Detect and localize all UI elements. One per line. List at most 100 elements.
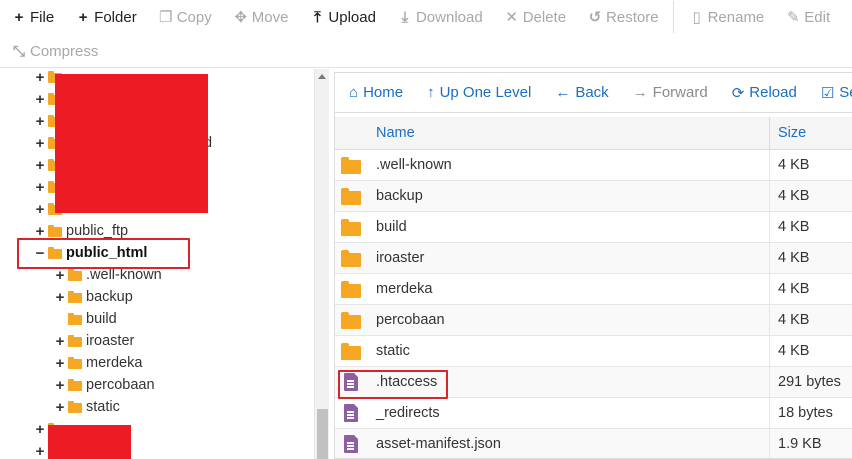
folder-icon — [340, 187, 362, 205]
file-name: merdeka — [376, 281, 433, 297]
tree-item[interactable]: + merdeka — [54, 352, 143, 374]
folder-shape — [341, 281, 361, 298]
folder-button[interactable]: + Folder — [64, 0, 147, 34]
folder-icon — [68, 290, 82, 303]
column-divider — [769, 336, 770, 367]
expand-icon[interactable]: + — [34, 91, 46, 108]
tree-item-label: iroaster — [86, 333, 135, 349]
expand-icon[interactable]: + — [34, 223, 46, 240]
copy-button[interactable]: ❐ Copy — [147, 0, 222, 34]
forward-label: Forward — [652, 84, 708, 101]
expand-icon[interactable]: + — [34, 443, 46, 459]
pencil-icon: ✎ — [786, 9, 800, 26]
rename-button[interactable]: ▯ Rename — [678, 0, 775, 34]
file-shape — [344, 404, 358, 422]
file-size: 4 KB — [778, 343, 810, 359]
reload-button[interactable]: ⟳ Reload — [718, 73, 807, 113]
expand-icon[interactable]: + — [34, 113, 46, 130]
tree-item[interactable]: + iroaster — [54, 330, 135, 352]
tree-scrollbar[interactable] — [314, 69, 329, 459]
folder-icon — [340, 218, 362, 236]
rename-label: Rename — [707, 8, 765, 26]
expand-icon[interactable]: + — [54, 333, 66, 350]
move-icon: ✥ — [234, 9, 248, 26]
download-icon: ⤓ — [401, 8, 409, 26]
table-row[interactable]: merdeka 4 KB — [335, 274, 852, 305]
file-name: build — [376, 219, 407, 235]
file-name: backup — [376, 188, 423, 204]
table-row[interactable]: backup 4 KB — [335, 181, 852, 212]
tree-item-label: merdeka — [86, 355, 143, 371]
expand-icon[interactable]: + — [34, 421, 46, 438]
tree-item[interactable]: + percobaan — [54, 374, 155, 396]
select-all-label: Sel — [839, 84, 852, 101]
restore-button[interactable]: ↺ Restore — [576, 0, 669, 34]
toolbar-row-1: + File + Folder ❐ Copy ✥ Move ⤒ Upload ⤓ Download ✕ D… — [0, 0, 840, 34]
forward-button[interactable]: → Forward — [619, 73, 718, 113]
scroll-up-arrow-icon[interactable] — [318, 74, 326, 79]
column-divider — [769, 212, 770, 243]
tree-item[interactable]: + static — [54, 396, 120, 418]
delete-button[interactable]: ✕ Delete — [493, 0, 576, 34]
expand-icon[interactable]: + — [54, 377, 66, 394]
table-row[interactable]: _redirects 18 bytes — [335, 398, 852, 429]
table-header: Name Size — [335, 117, 852, 150]
file-list-panel: ⌂ Home ↑ Up One Level ← Back → Forward ⟳ Reload ☑ S… — [334, 72, 852, 459]
table-row[interactable]: iroaster 4 KB — [335, 243, 852, 274]
table-row[interactable]: .well-known 4 KB — [335, 150, 852, 181]
home-button[interactable]: ⌂ Home — [335, 73, 413, 113]
file-name: static — [376, 343, 410, 359]
table-row[interactable]: percobaan 4 KB — [335, 305, 852, 336]
table-row[interactable]: build 4 KB — [335, 212, 852, 243]
compress-button[interactable]: ⤡ Compress — [0, 34, 108, 68]
back-button[interactable]: ← Back — [541, 73, 618, 113]
column-divider — [769, 274, 770, 305]
expand-icon[interactable]: + — [34, 135, 46, 152]
copy-label: Copy — [176, 8, 212, 26]
file-name: asset-manifest.json — [376, 436, 501, 452]
document-icon: ▯ — [692, 9, 701, 26]
table-row[interactable]: asset-manifest.json 1.9 KB — [335, 429, 852, 458]
table-row[interactable]: static 4 KB — [335, 336, 852, 367]
folder-icon — [340, 342, 362, 360]
column-header-name[interactable]: Name — [376, 117, 415, 150]
column-divider — [769, 243, 770, 274]
expand-icon[interactable]: + — [54, 267, 66, 284]
select-all-button[interactable]: ☑ Sel — [807, 73, 852, 113]
download-button[interactable]: ⤓ Download — [386, 0, 493, 34]
expand-icon[interactable]: + — [34, 179, 46, 196]
tree-item-label: backup — [86, 289, 133, 305]
tree-item-label: .well-known — [86, 267, 162, 283]
expand-icon[interactable]: + — [54, 399, 66, 416]
delete-label: Delete — [522, 8, 567, 26]
upload-button[interactable]: ⤒ Upload — [298, 0, 386, 34]
move-button[interactable]: ✥ Move — [222, 0, 299, 34]
column-divider — [769, 429, 770, 458]
file-size: 1.9 KB — [778, 436, 822, 452]
column-header-size[interactable]: Size — [778, 117, 806, 150]
tree-item[interactable]: build — [54, 308, 117, 330]
tree-item-label: static — [86, 399, 120, 415]
folder-icon — [68, 334, 82, 347]
file-button[interactable]: + File — [0, 0, 64, 34]
edit-button[interactable]: ✎ Edit — [774, 0, 840, 34]
expand-icon[interactable]: + — [34, 157, 46, 174]
scrollbar-thumb[interactable] — [317, 409, 328, 459]
directory-tree: + + + + d + + + + public_ftp − public_html + .well-kn… — [0, 69, 314, 459]
navigation-bar: ⌂ Home ↑ Up One Level ← Back → Forward ⟳ Reload ☑ S… — [335, 73, 852, 113]
folder-icon — [48, 224, 62, 237]
tree-item-label: build — [86, 311, 117, 327]
folder-shape — [68, 356, 82, 369]
file-line — [347, 414, 354, 416]
expand-icon[interactable]: + — [54, 289, 66, 306]
up-one-level-button[interactable]: ↑ Up One Level — [413, 73, 541, 113]
redaction-block — [55, 74, 208, 213]
expand-icon[interactable]: + — [34, 201, 46, 218]
file-label: File — [30, 8, 55, 26]
arrow-right-icon: → — [632, 84, 648, 101]
expand-icon[interactable]: + — [54, 355, 66, 372]
file-size: 4 KB — [778, 219, 810, 235]
redaction-block — [48, 425, 131, 459]
tree-item[interactable]: + backup — [54, 286, 133, 308]
expand-icon[interactable]: + — [34, 69, 46, 86]
